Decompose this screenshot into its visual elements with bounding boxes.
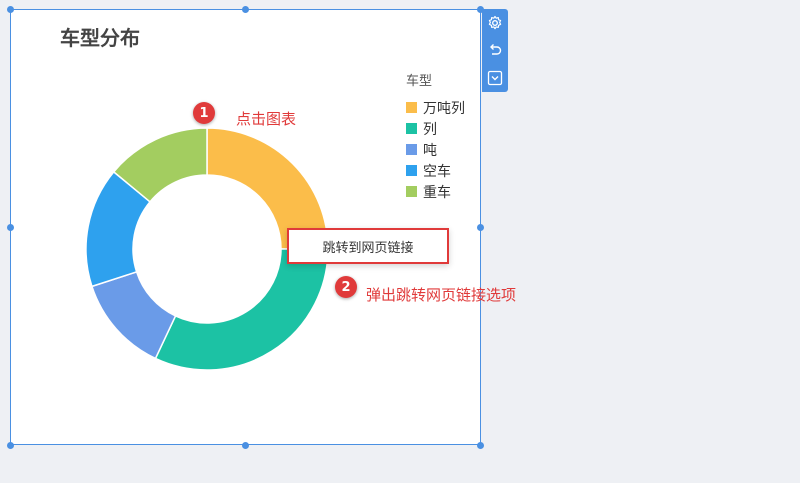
step-2-badge: 2 — [335, 276, 357, 298]
step-1-badge: 1 — [193, 102, 215, 124]
step-2-text: 弹出跳转网页链接选项 — [366, 286, 517, 304]
donut-slice-2[interactable] — [154, 248, 329, 371]
jump-to-web-link-option[interactable]: 跳转到网页链接 — [287, 228, 449, 264]
step-1-text: 点击图表 — [236, 110, 297, 128]
dashboard-canvas: 车型分布 车型 万吨列列吨空车 重车 1 点击图表 跳转到网页链接 2 弹出跳转… — [0, 0, 800, 483]
